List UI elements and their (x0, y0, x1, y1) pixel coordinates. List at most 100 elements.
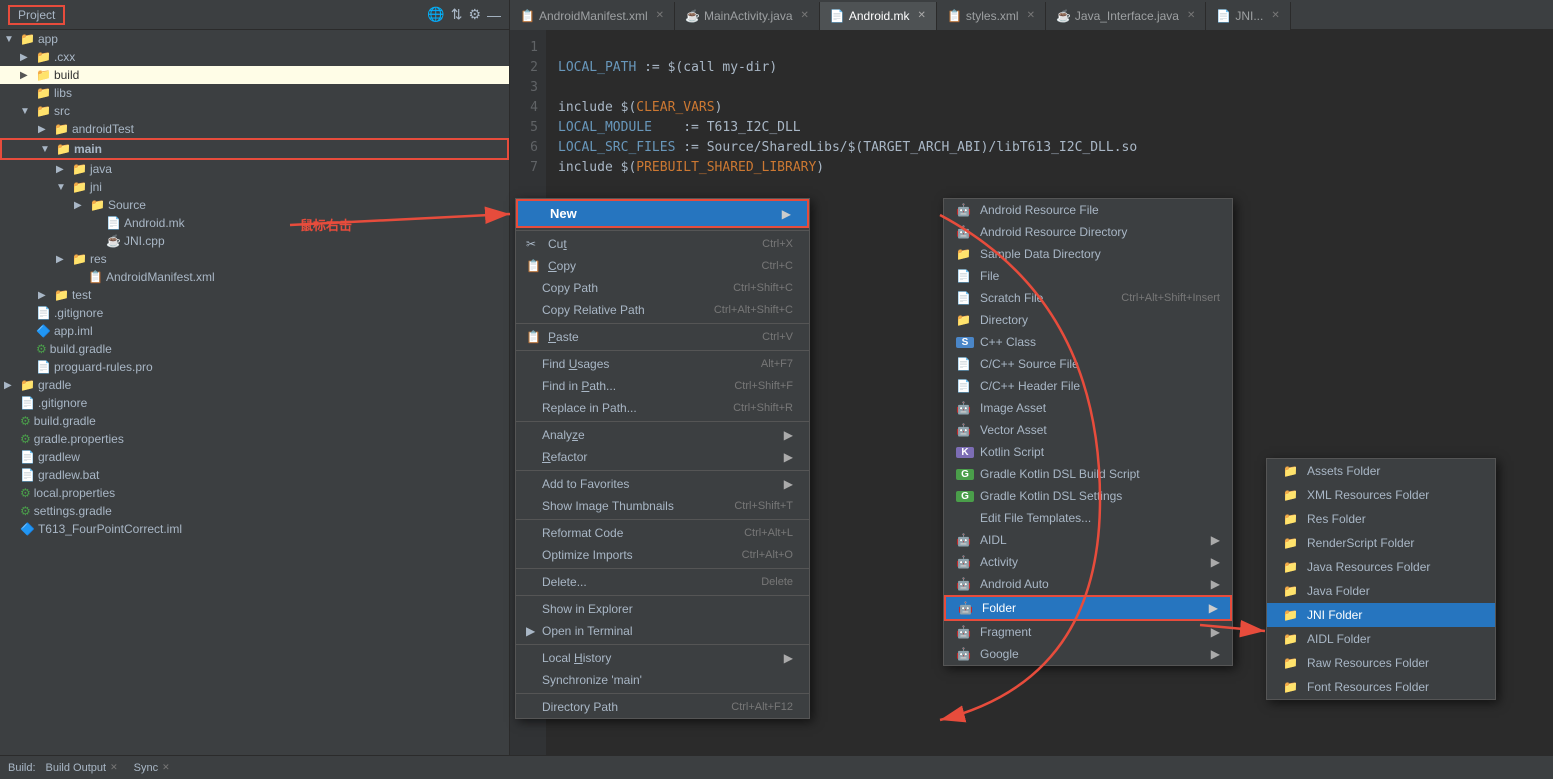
tree-item-cxx[interactable]: ▶ 📁 .cxx (0, 48, 509, 66)
tree-item-source[interactable]: ▶ 📁 Source (0, 196, 509, 214)
folder-xml-resources[interactable]: 📁XML Resources Folder (1267, 483, 1495, 507)
menu-item-showinexplorer[interactable]: Show in Explorer (516, 598, 809, 620)
tab-androidmk-close[interactable]: ✕ (918, 10, 926, 21)
menu-item-delete[interactable]: Delete... Delete (516, 571, 809, 593)
tree-item-jnicpp[interactable]: ☕ JNI.cpp (0, 232, 509, 250)
tree-item-androidmk[interactable]: 📄 Android.mk (0, 214, 509, 232)
tree-item-gitignore2[interactable]: 📄 .gitignore (0, 394, 509, 412)
tree-item-appiml[interactable]: 🔷 app.iml (0, 322, 509, 340)
menu-item-findinpath[interactable]: Find in Path... Ctrl+Shift+F (516, 375, 809, 397)
tree-item-manifest[interactable]: 📋 AndroidManifest.xml (0, 268, 509, 286)
menu-item-analyze[interactable]: Analyze▶ (516, 424, 809, 446)
menu-item-dirpath[interactable]: Directory Path Ctrl+Alt+F12 (516, 696, 809, 718)
new-aidl[interactable]: 🤖AIDL ▶ (944, 529, 1232, 551)
tree-item-settingsgradle[interactable]: ⚙ settings.gradle (0, 502, 509, 520)
menu-item-synchronize[interactable]: Synchronize 'main' (516, 669, 809, 691)
menu-item-cut[interactable]: ✂Cut Ctrl+X (516, 233, 809, 255)
tree-item-gradlew[interactable]: 📄 gradlew (0, 448, 509, 466)
gear-icon[interactable]: ⚙ (468, 6, 481, 23)
folder-jni[interactable]: 📁JNI Folder (1267, 603, 1495, 627)
tree-item-localprops[interactable]: ⚙ local.properties (0, 484, 509, 502)
tree-item-java[interactable]: ▶ 📁 java (0, 160, 509, 178)
new-kotlin-script[interactable]: KKotlin Script (944, 441, 1232, 463)
folder-aidl[interactable]: 📁AIDL Folder (1267, 627, 1495, 651)
tree-item-gradle[interactable]: ▶ 📁 gradle (0, 376, 509, 394)
tree-item-androidtest[interactable]: ▶ 📁 androidTest (0, 120, 509, 138)
tab-styles[interactable]: 📋 styles.xml ✕ (937, 2, 1046, 30)
menu-item-openinterminal[interactable]: ▶Open in Terminal (516, 620, 809, 642)
tab-styles-close[interactable]: ✕ (1027, 10, 1035, 21)
menu-item-replaceinpath[interactable]: Replace in Path... Ctrl+Shift+R (516, 397, 809, 419)
build-output-tab[interactable]: Build Output ✕ (40, 758, 124, 778)
new-vector-asset[interactable]: 🤖Vector Asset (944, 419, 1232, 441)
tab-androidmk[interactable]: 📄 Android.mk ✕ (820, 2, 937, 30)
tree-item-libs[interactable]: 📁 libs (0, 84, 509, 102)
tree-item-t613[interactable]: 🔷 T613_FourPointCorrect.iml (0, 520, 509, 538)
new-cpp-source[interactable]: 📄C/C++ Source File (944, 353, 1232, 375)
tree-item-gradleprops[interactable]: ⚙ gradle.properties (0, 430, 509, 448)
folder-res[interactable]: 📁Res Folder (1267, 507, 1495, 531)
new-android-resource-dir[interactable]: 🤖Android Resource Directory (944, 221, 1232, 243)
menu-item-copyrelpath[interactable]: Copy Relative Path Ctrl+Alt+Shift+C (516, 299, 809, 321)
tree-item-src[interactable]: ▼ 📁 src (0, 102, 509, 120)
menu-item-copy[interactable]: 📋Copy Ctrl+C (516, 255, 809, 277)
new-cpp-class[interactable]: SC++ Class (944, 331, 1232, 353)
menu-item-copypath[interactable]: Copy Path Ctrl+Shift+C (516, 277, 809, 299)
new-gradle-kotlin-settings[interactable]: GGradle Kotlin DSL Settings (944, 485, 1232, 507)
new-activity[interactable]: 🤖Activity ▶ (944, 551, 1232, 573)
folder-assets[interactable]: 📁Assets Folder (1267, 459, 1495, 483)
menu-item-localhistory[interactable]: Local History▶ (516, 647, 809, 669)
folder-renderscript[interactable]: 📁RenderScript Folder (1267, 531, 1495, 555)
new-google[interactable]: 🤖Google ▶ (944, 643, 1232, 665)
tree-item-proguard[interactable]: 📄 proguard-rules.pro (0, 358, 509, 376)
new-android-resource-file[interactable]: 🤖Android Resource File (944, 199, 1232, 221)
new-sample-data-dir[interactable]: 📁Sample Data Directory (944, 243, 1232, 265)
new-android-auto[interactable]: 🤖Android Auto ▶ (944, 573, 1232, 595)
project-button[interactable]: Project (8, 5, 65, 25)
tab-javainterface-close[interactable]: ✕ (1187, 10, 1195, 21)
tab-mainactivity-close[interactable]: ✕ (801, 10, 809, 21)
tree-item-test[interactable]: ▶ 📁 test (0, 286, 509, 304)
tab-javainterface[interactable]: ☕ Java_Interface.java ✕ (1046, 2, 1206, 30)
tree-item-main[interactable]: ▼ 📁 main (0, 138, 509, 160)
new-directory[interactable]: 📁Directory (944, 309, 1232, 331)
folder-raw-resources[interactable]: 📁Raw Resources Folder (1267, 651, 1495, 675)
tree-item-gradlewbat[interactable]: 📄 gradlew.bat (0, 466, 509, 484)
new-gradle-kotlin-build[interactable]: GGradle Kotlin DSL Build Script (944, 463, 1232, 485)
new-folder[interactable]: 🤖Folder ▶ (944, 595, 1232, 621)
new-cpp-header[interactable]: 📄C/C++ Header File (944, 375, 1232, 397)
tree-item-buildgradle1[interactable]: ⚙ build.gradle (0, 340, 509, 358)
minimize-icon[interactable]: — (487, 7, 501, 23)
menu-item-paste[interactable]: 📋Paste Ctrl+V (516, 326, 809, 348)
menu-item-optimize[interactable]: Optimize Imports Ctrl+Alt+O (516, 544, 809, 566)
build-output-close[interactable]: ✕ (110, 762, 118, 773)
tab-mainactivity[interactable]: ☕ MainActivity.java ✕ (675, 2, 820, 30)
new-edit-templates[interactable]: Edit File Templates... (944, 507, 1232, 529)
new-file[interactable]: 📄File (944, 265, 1232, 287)
tab-jni-close[interactable]: ✕ (1271, 10, 1279, 21)
menu-item-findusages[interactable]: Find Usages Alt+F7 (516, 353, 809, 375)
tree-item-app[interactable]: ▼ 📁 app (0, 30, 509, 48)
menu-item-thumbnails[interactable]: Show Image Thumbnails Ctrl+Shift+T (516, 495, 809, 517)
sync-close[interactable]: ✕ (162, 762, 170, 773)
tab-jni[interactable]: 📄 JNI... ✕ (1206, 2, 1290, 30)
tree-item-res[interactable]: ▶ 📁 res (0, 250, 509, 268)
tab-androidmanifest[interactable]: 📋 AndroidManifest.xml ✕ (510, 2, 675, 30)
tab-androidmanifest-close[interactable]: ✕ (656, 10, 664, 21)
tree-item-buildgradle2[interactable]: ⚙ build.gradle (0, 412, 509, 430)
swap-icon[interactable]: ⇅ (451, 6, 463, 23)
folder-java[interactable]: 📁Java Folder (1267, 579, 1495, 603)
tree-item-gitignore1[interactable]: 📄 .gitignore (0, 304, 509, 322)
globe-icon[interactable]: 🌐 (427, 6, 444, 23)
new-scratch-file[interactable]: 📄Scratch File Ctrl+Alt+Shift+Insert (944, 287, 1232, 309)
menu-item-addtofav[interactable]: Add to Favorites▶ (516, 473, 809, 495)
folder-java-resources[interactable]: 📁Java Resources Folder (1267, 555, 1495, 579)
menu-item-new[interactable]: New ▶ (516, 199, 809, 228)
sync-tab[interactable]: Sync ✕ (128, 758, 176, 778)
new-image-asset[interactable]: 🤖Image Asset (944, 397, 1232, 419)
menu-item-refactor[interactable]: Refactor▶ (516, 446, 809, 468)
tree-item-build[interactable]: ▶ 📁 build (0, 66, 509, 84)
menu-item-reformat[interactable]: Reformat Code Ctrl+Alt+L (516, 522, 809, 544)
tree-item-jni[interactable]: ▼ 📁 jni (0, 178, 509, 196)
folder-font-resources[interactable]: 📁Font Resources Folder (1267, 675, 1495, 699)
